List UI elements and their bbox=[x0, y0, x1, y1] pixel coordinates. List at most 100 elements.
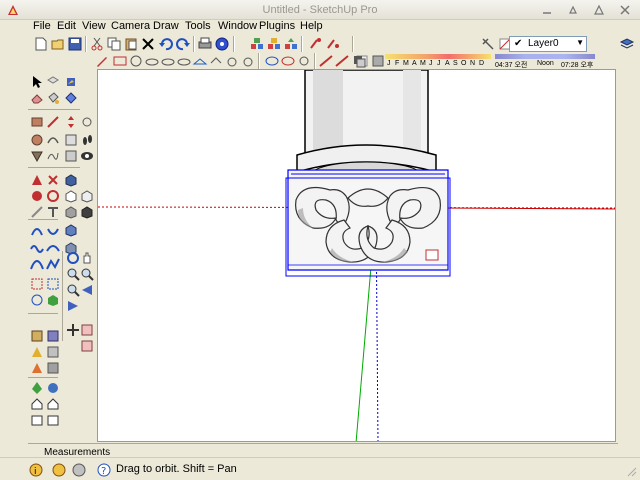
intersect-icon[interactable] bbox=[46, 173, 60, 187]
move-icon[interactable] bbox=[240, 53, 256, 69]
bezier-icon[interactable] bbox=[30, 257, 44, 271]
polygon-tool-icon[interactable] bbox=[30, 149, 44, 163]
section-plane-icon[interactable] bbox=[30, 293, 44, 307]
textured-icon[interactable] bbox=[80, 205, 94, 219]
shadow-settings-icon[interactable] bbox=[370, 53, 386, 69]
copy-icon[interactable] bbox=[106, 36, 122, 52]
tape-tool-icon[interactable] bbox=[30, 189, 44, 203]
close-icon[interactable] bbox=[618, 3, 632, 17]
shadow-toggle-icon[interactable] bbox=[352, 53, 368, 69]
polyline-icon[interactable] bbox=[46, 257, 60, 271]
push-pull-icon[interactable] bbox=[192, 53, 208, 69]
model-canvas[interactable] bbox=[98, 70, 616, 442]
restore-icon[interactable] bbox=[566, 3, 580, 17]
curve-icon[interactable] bbox=[46, 225, 60, 239]
stamp-icon[interactable] bbox=[46, 345, 60, 359]
text-tool-icon[interactable] bbox=[46, 205, 60, 219]
geo-location-icon[interactable] bbox=[30, 381, 44, 395]
new-icon[interactable] bbox=[33, 36, 49, 52]
wave-icon[interactable] bbox=[30, 241, 44, 255]
paint-bucket-icon[interactable] bbox=[46, 91, 60, 105]
previous-view-icon[interactable] bbox=[80, 283, 94, 297]
rotate-icon[interactable] bbox=[264, 53, 280, 69]
resize-grip-icon[interactable] bbox=[625, 465, 637, 477]
menu-edit[interactable]: Edit bbox=[55, 20, 78, 34]
menu-help[interactable]: Help bbox=[298, 20, 325, 34]
cut-icon[interactable] bbox=[89, 36, 105, 52]
text-icon[interactable] bbox=[334, 53, 350, 69]
time-slider[interactable] bbox=[495, 54, 595, 59]
menu-camera[interactable]: Camera bbox=[109, 20, 152, 34]
zoom-window-icon[interactable] bbox=[80, 267, 94, 281]
menu-window[interactable]: Window bbox=[216, 20, 259, 34]
paint-icon[interactable] bbox=[64, 75, 78, 89]
redo-icon[interactable] bbox=[175, 36, 191, 52]
home-icon[interactable] bbox=[30, 397, 44, 411]
3d-text-icon[interactable] bbox=[46, 293, 60, 307]
sandbox-contour-icon[interactable] bbox=[46, 329, 60, 343]
circle-tool-icon[interactable] bbox=[30, 133, 44, 147]
camera-icon[interactable] bbox=[325, 36, 341, 52]
select-icon[interactable] bbox=[30, 75, 44, 89]
geo-location-status-icon[interactable]: i bbox=[29, 463, 43, 477]
model-info-icon[interactable] bbox=[214, 36, 230, 52]
guide-icon[interactable] bbox=[46, 277, 60, 291]
polygon-icon[interactable] bbox=[160, 53, 176, 69]
save-icon[interactable] bbox=[67, 36, 83, 52]
freehand-icon[interactable] bbox=[46, 149, 60, 163]
offset-icon[interactable] bbox=[224, 53, 240, 69]
line-tool-icon[interactable] bbox=[46, 115, 60, 129]
rectangle-tool-icon[interactable] bbox=[30, 115, 44, 129]
scale-tool-icon[interactable] bbox=[64, 133, 78, 147]
axes-tool-icon[interactable] bbox=[30, 277, 44, 291]
help-icon[interactable]: ? bbox=[97, 463, 111, 477]
building-icon[interactable] bbox=[46, 397, 60, 411]
layer-manager-icon[interactable] bbox=[619, 36, 635, 52]
google-earth-icon[interactable] bbox=[46, 381, 60, 395]
wireframe-icon[interactable] bbox=[64, 189, 78, 203]
push-pull-tool-icon[interactable] bbox=[64, 91, 78, 105]
sandbox-icon[interactable] bbox=[30, 329, 44, 343]
dimension-tool-icon[interactable] bbox=[30, 205, 44, 219]
move-tool-icon[interactable] bbox=[64, 115, 78, 129]
line-icon[interactable] bbox=[112, 53, 128, 69]
photo-texture-icon[interactable] bbox=[46, 413, 60, 427]
orbit-tool-icon[interactable] bbox=[66, 251, 80, 265]
zoom-tool-icon[interactable] bbox=[66, 267, 80, 281]
protractor-tool-icon[interactable] bbox=[46, 189, 60, 203]
spline-icon[interactable] bbox=[46, 241, 60, 255]
orbit-path-icon[interactable] bbox=[30, 225, 44, 239]
scale-icon[interactable] bbox=[280, 53, 296, 69]
paste-icon[interactable] bbox=[123, 36, 139, 52]
menu-plugins[interactable]: Plugins bbox=[257, 20, 297, 34]
tape-icon[interactable] bbox=[296, 53, 312, 69]
model-viewport[interactable] bbox=[97, 69, 616, 442]
materials-icon[interactable] bbox=[266, 36, 282, 52]
menu-file[interactable]: File bbox=[31, 20, 53, 34]
rectangle-icon[interactable] bbox=[176, 53, 192, 69]
menu-draw[interactable]: Draw bbox=[151, 20, 181, 34]
share-icon[interactable] bbox=[308, 36, 324, 52]
maximize-icon[interactable] bbox=[592, 3, 606, 17]
month-slider[interactable] bbox=[385, 54, 491, 59]
xray-icon[interactable] bbox=[64, 223, 78, 237]
zoom-extents-tool-icon[interactable] bbox=[66, 283, 80, 297]
follow-me-icon[interactable] bbox=[208, 53, 224, 69]
pan-tool-icon[interactable] bbox=[80, 251, 94, 265]
components-icon[interactable] bbox=[249, 36, 265, 52]
look-around-icon[interactable] bbox=[80, 149, 94, 163]
arc-tool-icon[interactable] bbox=[46, 133, 60, 147]
menu-view[interactable]: View bbox=[80, 20, 108, 34]
menu-tools[interactable]: Tools bbox=[183, 20, 213, 34]
hidden-line-icon[interactable] bbox=[80, 189, 94, 203]
walk-icon[interactable] bbox=[480, 36, 496, 52]
credits-status-icon[interactable] bbox=[52, 463, 66, 477]
arc-icon[interactable] bbox=[144, 53, 160, 69]
print-icon[interactable] bbox=[197, 36, 213, 52]
undo-icon[interactable] bbox=[158, 36, 174, 52]
follow-me-tool-icon[interactable] bbox=[30, 173, 44, 187]
offset-tool-icon[interactable] bbox=[64, 149, 78, 163]
smoove-icon[interactable] bbox=[30, 345, 44, 359]
add-detail-icon[interactable] bbox=[46, 361, 60, 375]
warehouse-icon[interactable] bbox=[283, 36, 299, 52]
